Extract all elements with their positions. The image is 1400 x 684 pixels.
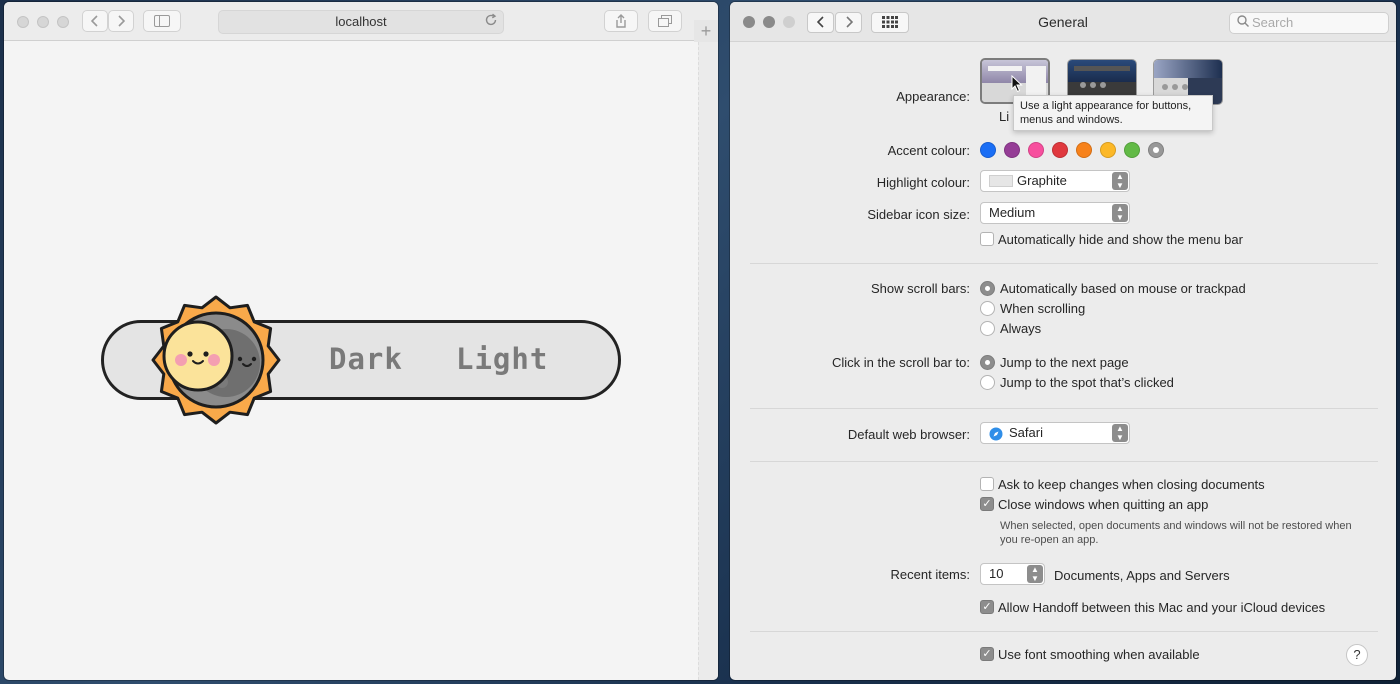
- page-scroll-gutter: [698, 42, 718, 680]
- toggle-label-dark[interactable]: Dark: [329, 342, 403, 376]
- search-icon: [1237, 15, 1249, 27]
- accent-colour-swatch[interactable]: [1148, 142, 1164, 158]
- menubar-autohide-label: Automatically hide and show the menu bar: [998, 232, 1243, 247]
- close-windows-label: Close windows when quitting an app: [998, 497, 1209, 512]
- sidebar-icon-size-label: Sidebar icon size:: [867, 207, 970, 222]
- appearance-tooltip: Use a light appearance for buttons, menu…: [1013, 95, 1213, 131]
- selected-indicator: [1153, 147, 1159, 153]
- close-windows-note: When selected, open documents and window…: [1000, 520, 1352, 546]
- default-browser-value: Safari: [1009, 425, 1043, 440]
- back-button[interactable]: [82, 10, 108, 32]
- ask-keep-changes-checkbox[interactable]: [980, 477, 994, 491]
- close-window-button[interactable]: [17, 16, 29, 28]
- scroll-bars-auto-label: Automatically based on mouse or trackpad: [1000, 281, 1246, 296]
- highlight-colour-value: Graphite: [1017, 173, 1067, 188]
- recent-items-value: 10: [989, 566, 1004, 581]
- new-tab-button[interactable]: +: [694, 20, 718, 42]
- scroll-click-spot-radio[interactable]: [980, 375, 995, 390]
- scroll-bars-scrolling-label: When scrolling: [1000, 301, 1086, 316]
- mouse-cursor-icon: [1011, 75, 1023, 93]
- default-browser-label: Default web browser:: [847, 427, 970, 442]
- recent-items-label: Recent items:: [890, 567, 970, 582]
- share-icon: [616, 14, 626, 28]
- scroll-bars-always-label: Always: [1000, 321, 1042, 336]
- highlight-swatch: [989, 175, 1013, 187]
- tab-overview-button[interactable]: [648, 10, 682, 32]
- font-smoothing-label: Use font smoothing when available: [998, 647, 1200, 662]
- accent-colour-swatch[interactable]: [1004, 142, 1020, 158]
- zoom-window-button[interactable]: [57, 16, 69, 28]
- default-browser-popup[interactable]: Safari ▲ ▼: [980, 422, 1130, 444]
- chevron-right-icon: [118, 15, 125, 27]
- safari-toolbar: localhost: [4, 2, 718, 41]
- safari-compass-icon: [989, 427, 1003, 441]
- scroll-bars-label: Show scroll bars:: [871, 281, 970, 296]
- scroll-click-spot-label: Jump to the spot that’s clicked: [1000, 375, 1174, 390]
- accent-colour-swatch[interactable]: [980, 142, 996, 158]
- close-windows-checkbox[interactable]: ✓: [980, 497, 994, 511]
- scroll-click-label: Click in the scroll bar to:: [832, 355, 970, 370]
- font-smoothing-checkbox[interactable]: ✓: [980, 647, 994, 661]
- menubar-autohide-checkbox[interactable]: [980, 232, 994, 246]
- recent-items-popup[interactable]: 10 ▲ ▼: [980, 563, 1045, 585]
- accent-colour-label: Accent colour:: [887, 143, 970, 158]
- accent-colour-swatch[interactable]: [1100, 142, 1116, 158]
- sidebar-icon-size-value: Medium: [989, 205, 1036, 220]
- scroll-click-next-page-label: Jump to the next page: [1000, 355, 1129, 370]
- scroll-bars-scrolling-radio[interactable]: [980, 301, 995, 316]
- divider: [750, 263, 1378, 264]
- accent-colour-swatch[interactable]: [1028, 142, 1044, 158]
- divider: [750, 461, 1378, 462]
- sun-moon-knob-icon[interactable]: [150, 294, 282, 426]
- general-preferences-window: General Search Appearance: Li Use a ligh…: [730, 2, 1396, 680]
- popup-arrows-icon: ▲ ▼: [1027, 565, 1043, 583]
- reload-icon[interactable]: [484, 13, 498, 30]
- help-button[interactable]: ?: [1346, 644, 1368, 666]
- handoff-checkbox[interactable]: ✓: [980, 600, 994, 614]
- recent-items-suffix: Documents, Apps and Servers: [1054, 568, 1230, 583]
- highlight-colour-popup[interactable]: Graphite ▲ ▼: [980, 170, 1130, 192]
- divider: [750, 631, 1378, 632]
- scroll-bars-auto-radio[interactable]: [980, 281, 995, 296]
- sidebar-toggle-button[interactable]: [143, 10, 181, 32]
- tabs-icon: [658, 15, 672, 27]
- safari-window: localhost + Dark Light: [4, 2, 718, 680]
- highlight-colour-label: Highlight colour:: [876, 175, 970, 190]
- popup-arrows-icon: ▲ ▼: [1112, 172, 1128, 190]
- prefs-titlebar: General Search: [730, 2, 1396, 42]
- search-field[interactable]: Search: [1229, 12, 1389, 34]
- accent-colour-swatch[interactable]: [1076, 142, 1092, 158]
- minimize-window-button[interactable]: [37, 16, 49, 28]
- share-button[interactable]: [604, 10, 638, 32]
- appearance-label: Appearance:: [896, 89, 970, 104]
- popup-arrows-icon: ▲ ▼: [1112, 424, 1128, 442]
- accent-colour-swatch[interactable]: [1052, 142, 1068, 158]
- toggle-label-light[interactable]: Light: [456, 342, 548, 376]
- address-bar[interactable]: localhost: [218, 10, 504, 34]
- sidebar-icon: [154, 15, 170, 27]
- scroll-bars-always-radio[interactable]: [980, 321, 995, 336]
- popup-arrows-icon: ▲ ▼: [1112, 204, 1128, 222]
- chevron-left-icon: [91, 15, 98, 27]
- handoff-label: Allow Handoff between this Mac and your …: [998, 600, 1326, 615]
- forward-button[interactable]: [108, 10, 134, 32]
- divider: [750, 408, 1378, 409]
- accent-colour-swatch[interactable]: [1124, 142, 1140, 158]
- scroll-click-next-page-radio[interactable]: [980, 355, 995, 370]
- ask-keep-changes-label: Ask to keep changes when closing documen…: [998, 477, 1265, 492]
- sidebar-icon-size-popup[interactable]: Medium ▲ ▼: [980, 202, 1130, 224]
- appearance-light-caption: Li: [999, 109, 1010, 124]
